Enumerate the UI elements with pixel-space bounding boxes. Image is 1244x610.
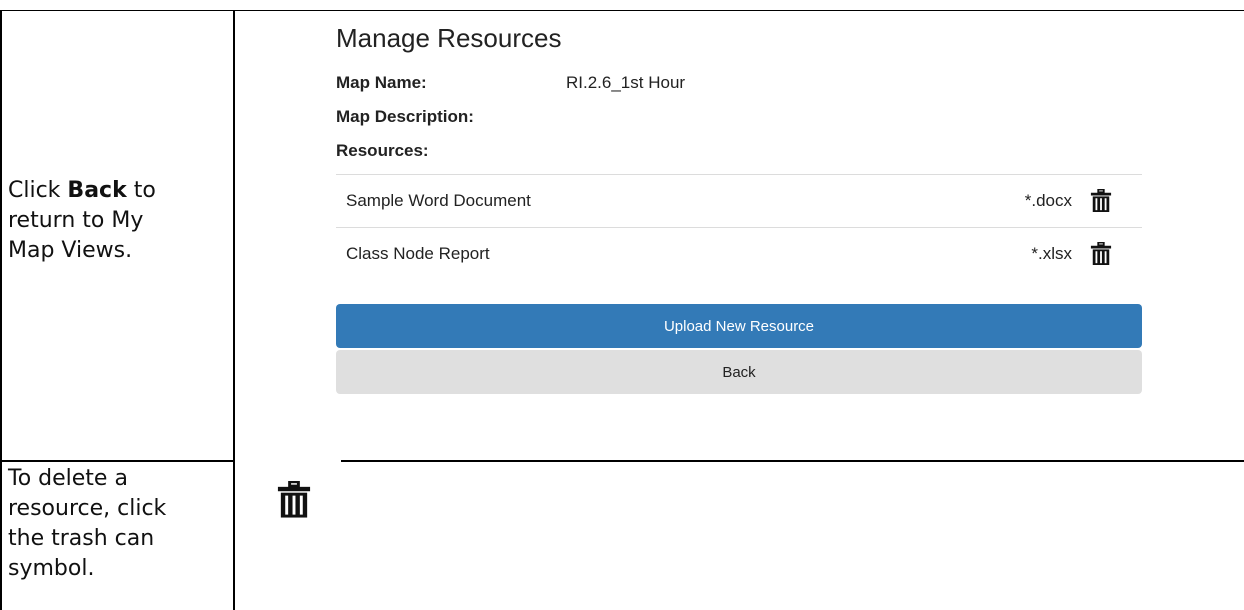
table-row-divider-right [341, 460, 1244, 462]
map-name-value: RI.2.6_1st Hour [566, 73, 686, 92]
trash-icon[interactable] [1090, 189, 1112, 213]
table-column-divider [233, 10, 235, 610]
instruction-line: return to My [8, 208, 144, 233]
table-row-divider-left [0, 460, 233, 462]
table-border-top [0, 10, 1244, 11]
instruction-bold-back: Back [67, 178, 127, 203]
instruction-line: the trash can [8, 526, 155, 551]
map-description-row: Map Description: [336, 100, 1142, 134]
instruction-line: Click Back to [8, 178, 156, 203]
instruction-back: Click Back to return to My Map Views. [8, 176, 156, 266]
list-item: Class Node Report *.xlsx [336, 227, 1142, 280]
instruction-delete: To delete a resource, click the trash ca… [8, 464, 166, 584]
back-button[interactable]: Back [336, 350, 1142, 394]
trash-icon[interactable] [1090, 242, 1112, 266]
resource-list: Sample Word Document *.docx Class Node R… [336, 174, 1142, 280]
resource-name: Class Node Report [346, 244, 490, 263]
map-description-label: Map Description: [336, 107, 474, 126]
resources-row: Resources: [336, 134, 1142, 168]
resources-label: Resources: [336, 141, 429, 160]
instruction-line: resource, click [8, 496, 167, 521]
upload-new-resource-button[interactable]: Upload New Resource [336, 304, 1142, 348]
map-name-row: Map Name: RI.2.6_1st Hour [336, 66, 1142, 100]
trash-icon [277, 481, 311, 518]
instruction-line: Map Views. [8, 238, 133, 263]
map-name-label: Map Name: [336, 73, 427, 92]
instruction-line: To delete a [8, 466, 128, 491]
resource-extension: *.docx [1024, 191, 1072, 210]
manage-resources-panel: Manage Resources Map Name: RI.2.6_1st Ho… [336, 20, 1142, 394]
table-border-left [0, 10, 2, 610]
page-title: Manage Resources [336, 23, 562, 53]
instruction-line: symbol. [8, 556, 95, 581]
resource-name: Sample Word Document [346, 191, 531, 210]
list-item: Sample Word Document *.docx [336, 174, 1142, 227]
resource-extension: *.xlsx [1031, 244, 1072, 263]
